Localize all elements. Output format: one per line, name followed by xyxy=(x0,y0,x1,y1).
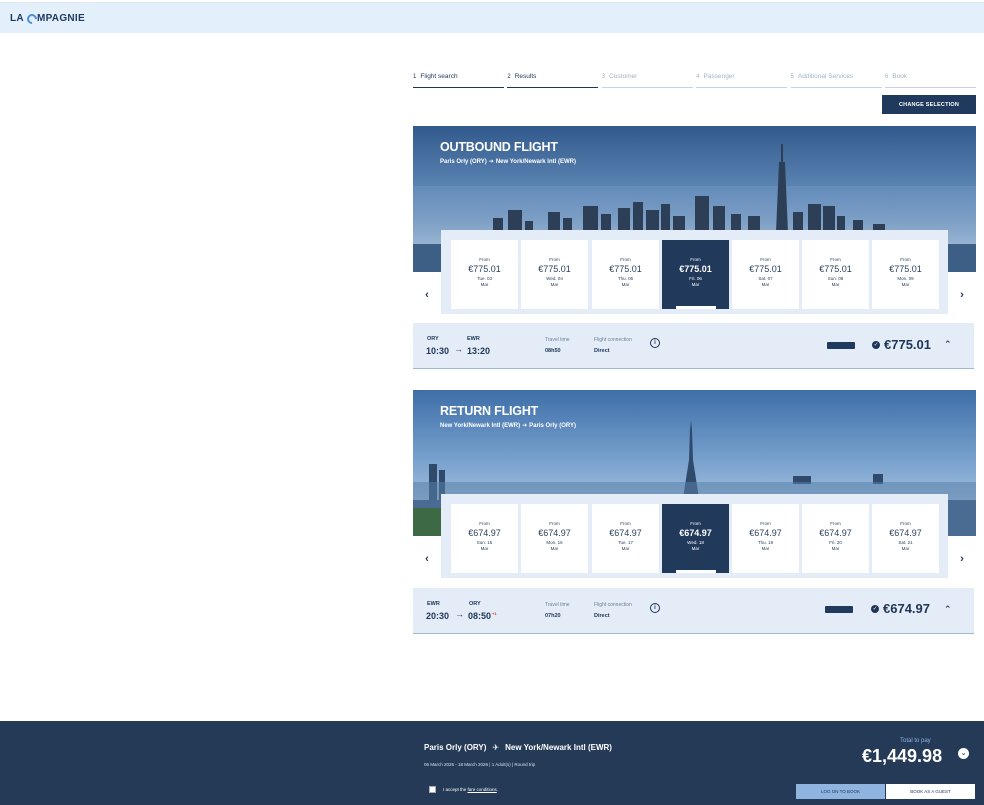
outbound-date-card[interactable]: From €775.01 Thu. 05 Mar xyxy=(592,240,659,309)
return-date-carousel: From €674.97 Sun. 15 Mar From €674.97 Mon. 16… xyxy=(441,494,948,578)
return-arr-time: 08:50+1 xyxy=(468,611,497,621)
outbound-prev-arrow-icon[interactable]: ‹ xyxy=(420,288,434,302)
book-as-guest-button[interactable]: BOOK AS A GUEST xyxy=(886,784,975,799)
fare-conditions-link[interactable]: fare conditions xyxy=(468,787,497,792)
outbound-dep-code: ORY xyxy=(427,336,439,342)
outbound-next-arrow-icon[interactable]: › xyxy=(955,288,969,302)
check-icon: ✓ xyxy=(871,605,879,613)
booking-footer: Paris Orly (ORY) ✈ New York/Newark Intl … xyxy=(0,721,984,805)
outbound-date-carousel: From €775.01 Tue. 03 Mar From €775.01 Wed. 04… xyxy=(441,230,948,314)
step-book: 6 Book xyxy=(884,70,976,88)
change-selection-button[interactable]: CHANGE SELECTION xyxy=(882,95,976,114)
brand-logo[interactable]: LA MPAGNIE xyxy=(10,11,85,26)
travel-time-label: Travel time xyxy=(545,337,570,343)
outbound-arr-time: 13:20 xyxy=(467,346,491,356)
connection-label: Flight connection xyxy=(594,337,632,343)
outbound-title: OUTBOUND FLIGHT xyxy=(440,140,558,154)
chevron-up-icon[interactable]: ⌃ xyxy=(944,604,952,615)
outbound-date-card[interactable]: From €775.01 Tue. 03 Mar xyxy=(451,240,518,309)
chevron-down-icon[interactable]: ⌄ xyxy=(958,748,969,759)
info-icon[interactable]: i xyxy=(650,338,660,348)
return-date-card-selected[interactable]: From €674.97 Wed. 18 Mar xyxy=(662,504,729,573)
fare-conditions-checkbox[interactable] xyxy=(429,786,436,793)
connection-label: Flight connection xyxy=(594,602,632,608)
return-date-card[interactable]: From €674.97 Fri. 20 Mar xyxy=(802,504,869,573)
log-on-to-book-button[interactable]: LOG ON TO BOOK xyxy=(796,784,885,799)
return-date-card[interactable]: From €674.97 Sat. 21 Mar xyxy=(872,504,939,573)
info-icon[interactable]: i xyxy=(650,603,660,613)
outbound-route: Paris Orly (ORY) ➔ New York/Newark Intl … xyxy=(440,158,576,166)
arrow-right-icon: → xyxy=(454,344,463,354)
return-dep-time: 20:30 xyxy=(426,611,450,621)
step-passenger: 4 Passenger xyxy=(696,70,788,88)
route-arrow-icon: ➔ xyxy=(522,423,528,429)
day-offset-badge: +1 xyxy=(492,611,497,616)
return-route: New York/Newark Intl (EWR) ➔ Paris Orly … xyxy=(440,422,576,430)
route-arrow-icon: ➔ xyxy=(488,159,494,165)
step-results[interactable]: 2 Results xyxy=(507,70,599,88)
outbound-travel-time: 08h50 xyxy=(545,348,561,354)
logo-text-right: MPAGNIE xyxy=(36,13,85,24)
check-icon: ✓ xyxy=(872,341,880,349)
return-flight-row[interactable]: EWR ORY 20:30 → 08:50+1 Travel time 07h2… xyxy=(413,588,974,634)
fare-conditions-text: I accept the fare conditions. xyxy=(443,787,499,792)
footer-route: Paris Orly (ORY) ✈ New York/Newark Intl … xyxy=(424,743,612,752)
return-date-card[interactable]: From €674.97 Thu. 19 Mar xyxy=(732,504,799,573)
step-customer: 3 Customer xyxy=(601,70,693,88)
top-bar: LA MPAGNIE xyxy=(0,2,984,33)
outbound-connection: Direct xyxy=(594,348,610,354)
booking-steps: 1 Flight search 2 Results 3 Customer 4 Passe… xyxy=(413,70,976,88)
outbound-date-card[interactable]: From €775.01 Sun. 08 Mar xyxy=(802,240,869,309)
outbound-date-card[interactable]: From €775.01 Sat. 07 Mar xyxy=(732,240,799,309)
return-date-card[interactable]: From €674.97 Tue. 17 Mar xyxy=(592,504,659,573)
logo-text-left: LA xyxy=(10,13,24,24)
fare-bar xyxy=(827,342,855,349)
total-price: €1,449.98 xyxy=(862,746,943,766)
return-dep-code: EWR xyxy=(427,601,440,607)
return-date-card[interactable]: From €674.97 Sun. 15 Mar xyxy=(451,504,518,573)
travel-time-label: Travel time xyxy=(545,602,570,608)
outbound-date-card-selected[interactable]: From €775.01 Fri. 06 Mar xyxy=(662,240,729,309)
arrow-right-icon: → xyxy=(455,609,464,619)
total-label: Total to pay xyxy=(900,738,931,744)
step-additional-services: 5 Additional Services xyxy=(790,70,882,88)
return-next-arrow-icon[interactable]: › xyxy=(955,552,969,566)
chevron-up-icon[interactable]: ⌃ xyxy=(944,339,952,350)
plane-icon: ✈ xyxy=(492,743,500,752)
outbound-date-card[interactable]: From €775.01 Wed. 04 Mar xyxy=(521,240,588,309)
return-prev-arrow-icon[interactable]: ‹ xyxy=(420,552,434,566)
outbound-date-card[interactable]: From €775.01 Mon. 09 Mar xyxy=(872,240,939,309)
return-travel-time: 07h20 xyxy=(545,613,561,619)
return-arr-code: ORY xyxy=(469,601,481,607)
return-flight-price: €674.97 xyxy=(883,601,930,616)
return-connection: Direct xyxy=(594,613,610,619)
return-date-card[interactable]: From €674.97 Mon. 16 Mar xyxy=(521,504,588,573)
outbound-dep-time: 10:30 xyxy=(426,346,450,356)
step-flight-search[interactable]: 1 Flight search xyxy=(413,70,504,88)
outbound-arr-code: EWR xyxy=(467,336,480,342)
outbound-flight-price: €775.01 xyxy=(884,337,931,352)
outbound-flight-row[interactable]: ORY EWR 10:30 → 13:20 Travel time 08h50 … xyxy=(413,323,974,369)
trip-summary: 06 March 2026 - 18 March 2026 | 1 Adult(… xyxy=(424,762,536,767)
return-title: RETURN FLIGHT xyxy=(440,404,539,418)
fare-bar xyxy=(825,606,853,613)
